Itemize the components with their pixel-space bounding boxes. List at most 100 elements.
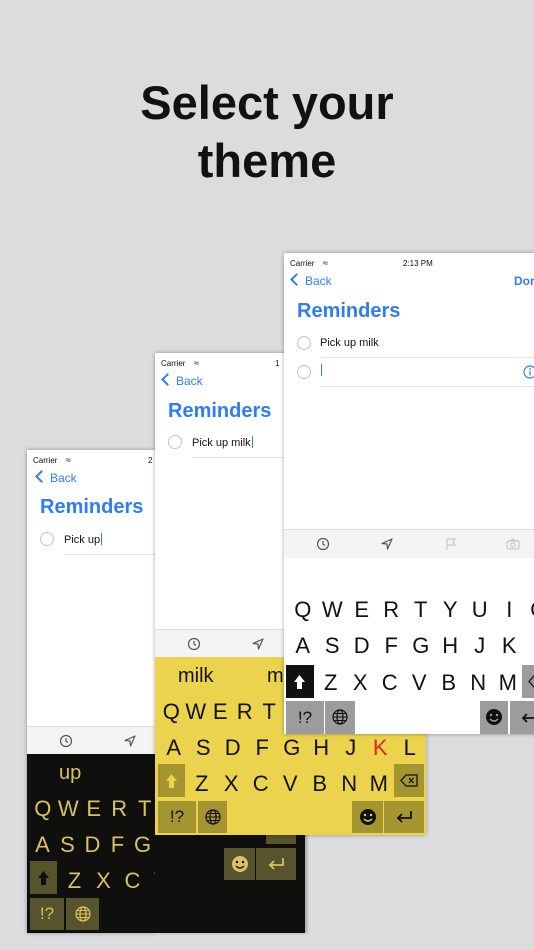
key-t[interactable]: T	[406, 597, 436, 623]
key-f[interactable]: F	[377, 633, 407, 659]
key-u[interactable]: U	[465, 597, 495, 623]
key-q[interactable]: Q	[288, 597, 318, 623]
delete-key[interactable]	[394, 764, 424, 797]
globe-key[interactable]	[198, 801, 227, 833]
key-v[interactable]: V	[147, 868, 155, 894]
key-e[interactable]: E	[81, 796, 107, 822]
flag-icon[interactable]	[444, 537, 458, 551]
symbols-key[interactable]: !?	[30, 898, 64, 930]
key-l[interactable]: L	[524, 633, 534, 659]
key-w[interactable]: W	[184, 699, 209, 725]
shift-key[interactable]	[30, 861, 57, 894]
done-button[interactable]: Don	[514, 274, 534, 288]
symbols-key[interactable]: !?	[158, 801, 196, 833]
key-f[interactable]: F	[248, 735, 278, 761]
key-q[interactable]: Q	[159, 699, 184, 725]
key-r[interactable]: R	[107, 796, 133, 822]
key-z[interactable]: Z	[316, 670, 346, 696]
reminder-item[interactable]: Pick up milk	[192, 436, 253, 449]
suggestion-word[interactable]: up	[59, 762, 81, 785]
reminder-item[interactable]: Pick up	[64, 533, 103, 546]
shift-key[interactable]	[158, 764, 185, 797]
key-v[interactable]: V	[405, 670, 435, 696]
emoji-key[interactable]	[480, 701, 508, 734]
suggestion-word-1[interactable]: milk	[178, 665, 214, 688]
key-r[interactable]: R	[233, 699, 258, 725]
back-button[interactable]: Back	[290, 273, 332, 288]
key-t[interactable]: T	[132, 796, 155, 822]
key-q[interactable]: Q	[30, 796, 56, 822]
key-z[interactable]: Z	[60, 868, 89, 894]
key-r[interactable]: R	[377, 597, 407, 623]
key-i[interactable]: I	[495, 597, 525, 623]
reminder-checkbox[interactable]	[168, 435, 182, 449]
symbols-key[interactable]: !?	[286, 701, 324, 734]
key-s[interactable]: S	[318, 633, 348, 659]
new-reminder-input[interactable]	[320, 364, 322, 382]
key-k[interactable]: K	[366, 735, 396, 761]
key-e[interactable]: E	[208, 699, 233, 725]
reminder-item[interactable]: Pick up milk	[320, 337, 379, 349]
key-n[interactable]: N	[464, 670, 494, 696]
key-x[interactable]: X	[217, 771, 247, 797]
camera-icon[interactable]	[506, 537, 520, 551]
key-a[interactable]: A	[159, 735, 189, 761]
key-c[interactable]: C	[118, 868, 147, 894]
emoji-key[interactable]	[224, 848, 255, 880]
delete-key[interactable]	[522, 665, 534, 698]
shift-key[interactable]	[286, 665, 314, 698]
info-icon[interactable]	[523, 365, 534, 379]
clock-icon[interactable]	[316, 537, 330, 551]
key-a[interactable]: A	[30, 832, 55, 858]
key-d[interactable]: D	[347, 633, 377, 659]
return-key[interactable]	[384, 801, 424, 833]
key-s[interactable]: S	[189, 735, 219, 761]
key-c[interactable]: C	[246, 771, 276, 797]
key-w[interactable]: W	[318, 597, 348, 623]
key-j[interactable]: J	[465, 633, 495, 659]
reminder-checkbox[interactable]	[40, 532, 54, 546]
key-b[interactable]: B	[305, 771, 335, 797]
key-g[interactable]: G	[277, 735, 307, 761]
globe-key[interactable]	[325, 701, 355, 734]
reminder-checkbox[interactable]	[297, 336, 311, 350]
key-g[interactable]: G	[130, 832, 155, 858]
key-x[interactable]: X	[89, 868, 118, 894]
key-e[interactable]: E	[347, 597, 377, 623]
key-h[interactable]: H	[307, 735, 337, 761]
back-button[interactable]: Back	[161, 373, 203, 388]
location-icon[interactable]	[251, 637, 265, 651]
clock-icon[interactable]	[59, 734, 73, 748]
globe-key[interactable]	[66, 898, 99, 930]
key-k[interactable]: K	[495, 633, 525, 659]
key-g[interactable]: G	[406, 633, 436, 659]
key-t[interactable]: T	[257, 699, 282, 725]
key-c[interactable]: C	[375, 670, 405, 696]
location-icon[interactable]	[123, 734, 137, 748]
suggestion-word-2[interactable]: m	[267, 665, 284, 688]
location-icon[interactable]	[380, 537, 394, 551]
key-n[interactable]: N	[335, 771, 365, 797]
key-m[interactable]: M	[493, 670, 523, 696]
key-j[interactable]: J	[336, 735, 366, 761]
key-m[interactable]: M	[364, 771, 394, 797]
return-key[interactable]	[510, 701, 534, 734]
key-w[interactable]: W	[56, 796, 82, 822]
key-d[interactable]: D	[80, 832, 105, 858]
key-v[interactable]: V	[276, 771, 306, 797]
return-key[interactable]	[256, 848, 296, 880]
clock-icon[interactable]	[187, 637, 201, 651]
key-d[interactable]: D	[218, 735, 248, 761]
key-h[interactable]: H	[436, 633, 466, 659]
key-a[interactable]: A	[288, 633, 318, 659]
key-s[interactable]: S	[55, 832, 80, 858]
key-b[interactable]: B	[434, 670, 464, 696]
key-x[interactable]: X	[346, 670, 376, 696]
key-z[interactable]: Z	[187, 771, 217, 797]
key-y[interactable]: Y	[436, 597, 466, 623]
back-button[interactable]: Back	[35, 470, 77, 485]
emoji-key[interactable]	[352, 801, 383, 833]
key-l[interactable]: L	[395, 735, 425, 761]
key-f[interactable]: F	[105, 832, 130, 858]
key-o[interactable]: O	[524, 597, 534, 623]
